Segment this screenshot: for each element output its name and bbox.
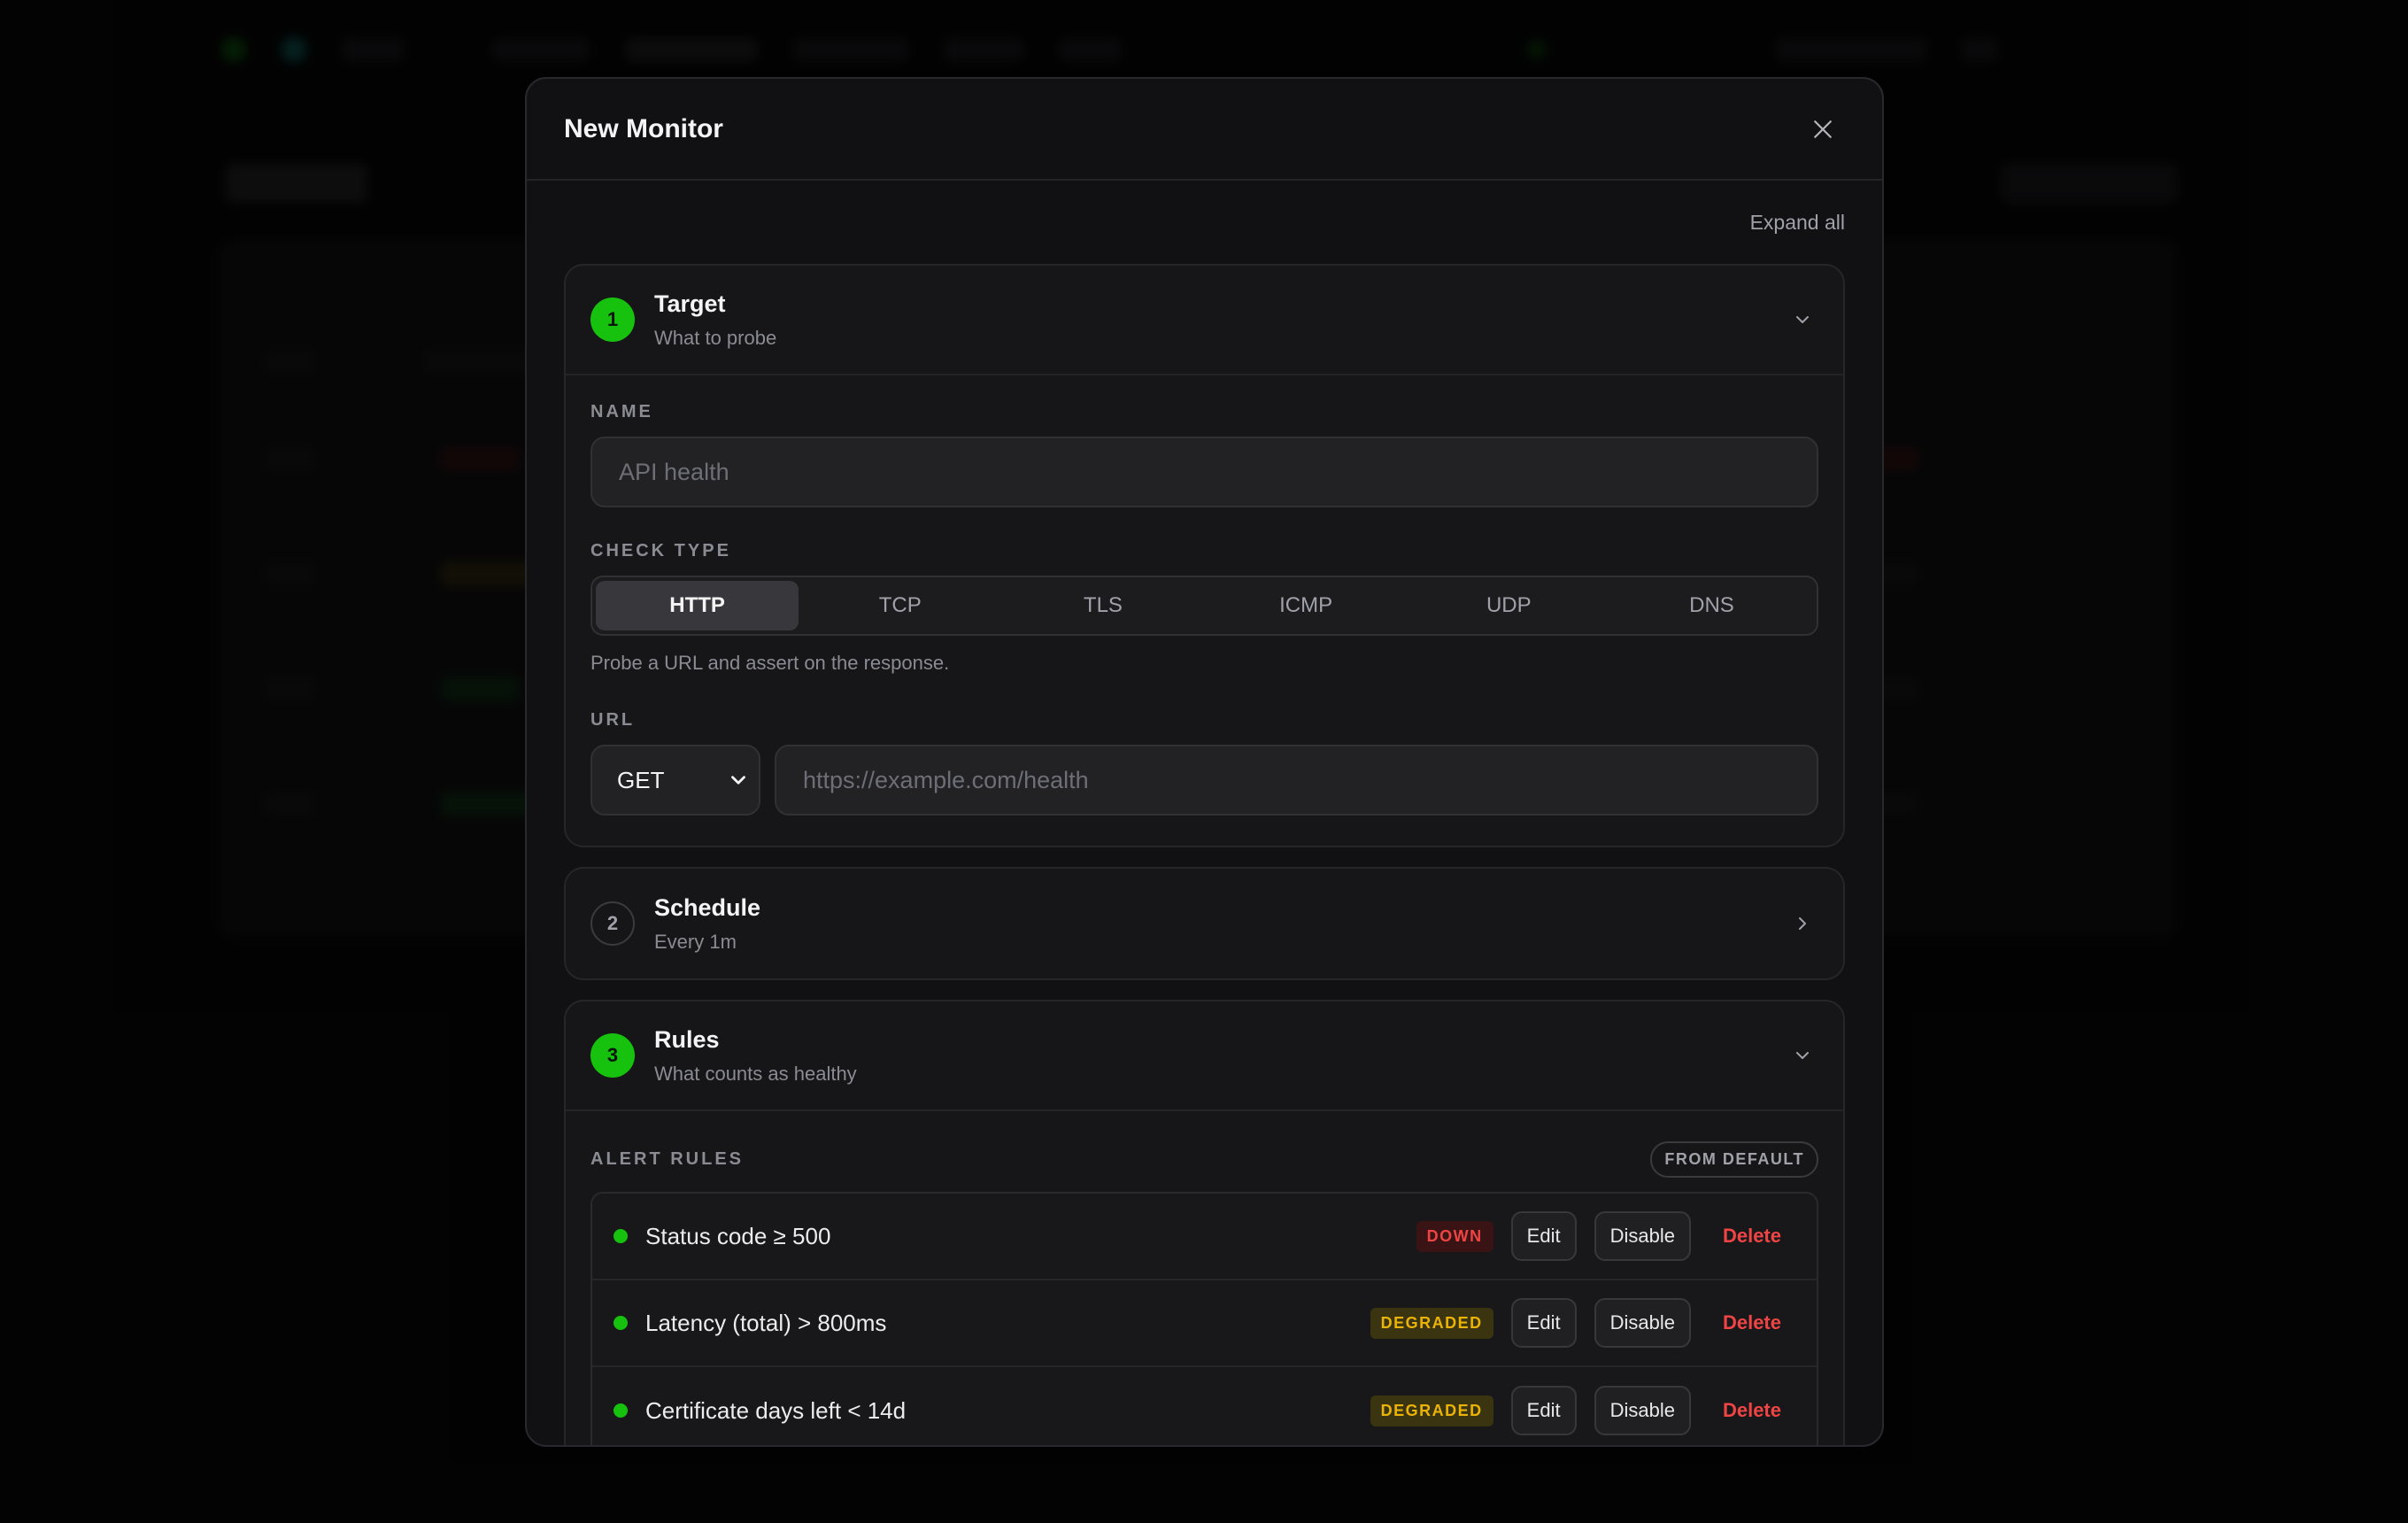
step-badge-3: 3 bbox=[590, 1033, 635, 1078]
close-icon bbox=[1814, 120, 1832, 138]
url-input[interactable] bbox=[775, 745, 1818, 816]
chevron-down-icon bbox=[1787, 1040, 1818, 1071]
section-rules: 3 Rules What counts as healthy ALERT RUL… bbox=[564, 1000, 1845, 1445]
edit-rule-button[interactable]: Edit bbox=[1510, 1211, 1577, 1261]
check-type-http[interactable]: HTTP bbox=[596, 581, 799, 630]
severity-badge: DEGRADED bbox=[1370, 1395, 1493, 1426]
alert-rule-row: Latency (total) > 800ms DEGRADED Edit Di… bbox=[592, 1280, 1817, 1367]
section-rules-title: Rules bbox=[654, 1025, 720, 1053]
edit-rule-button[interactable]: Edit bbox=[1510, 1298, 1577, 1348]
check-type-udp[interactable]: UDP bbox=[1408, 581, 1610, 630]
chevron-right-icon bbox=[1787, 908, 1818, 939]
section-schedule-title: Schedule bbox=[654, 893, 761, 921]
check-type-selector: HTTP TCP TLS ICMP UDP DNS bbox=[590, 576, 1818, 636]
section-rules-content: ALERT RULES FROM DEFAULT Status code ≥ 5… bbox=[566, 1111, 1843, 1445]
alert-rules-list: Status code ≥ 500 DOWN Edit Disable Dele… bbox=[590, 1192, 1818, 1445]
alert-rule-row: Status code ≥ 500 DOWN Edit Disable Dele… bbox=[592, 1194, 1817, 1280]
check-type-tcp[interactable]: TCP bbox=[799, 581, 1001, 630]
section-rules-subtitle: What counts as healthy bbox=[654, 1062, 857, 1085]
name-input[interactable] bbox=[590, 437, 1818, 507]
delete-rule-button[interactable]: Delete bbox=[1723, 1225, 1781, 1248]
url-label: URL bbox=[590, 710, 636, 730]
check-type-hint: Probe a URL and assert on the response. bbox=[590, 652, 950, 674]
modal-title: New Monitor bbox=[564, 113, 723, 143]
rule-text: Status code ≥ 500 bbox=[645, 1222, 831, 1249]
alert-rule-row: Certificate days left < 14d DEGRADED Edi… bbox=[592, 1367, 1817, 1445]
new-monitor-modal: New Monitor Expand all 1 Target What to … bbox=[525, 77, 1884, 1447]
check-type-tls[interactable]: TLS bbox=[1001, 581, 1204, 630]
chevron-down-icon bbox=[1787, 304, 1818, 336]
from-default-badge: FROM DEFAULT bbox=[1650, 1141, 1818, 1178]
check-type-icmp[interactable]: ICMP bbox=[1205, 581, 1408, 630]
section-target-content: NAME CHECK TYPE HTTP TCP TLS ICMP UDP DN… bbox=[566, 375, 1843, 846]
rule-status-dot bbox=[614, 1403, 628, 1418]
delete-rule-button[interactable]: Delete bbox=[1723, 1399, 1781, 1422]
step-badge-1: 1 bbox=[590, 298, 635, 342]
step-badge-2: 2 bbox=[590, 901, 635, 946]
alert-rules-label: ALERT RULES bbox=[590, 1149, 744, 1169]
disable-rule-button[interactable]: Disable bbox=[1594, 1386, 1691, 1435]
section-schedule-subtitle: Every 1m bbox=[654, 930, 737, 953]
disable-rule-button[interactable]: Disable bbox=[1594, 1211, 1691, 1261]
expand-all-button[interactable]: Expand all bbox=[1750, 211, 1845, 235]
section-target: 1 Target What to probe NAME CHECK TYPE H… bbox=[564, 264, 1845, 847]
delete-rule-button[interactable]: Delete bbox=[1723, 1311, 1781, 1334]
check-type-label: CHECK TYPE bbox=[590, 541, 731, 560]
rule-text: Certificate days left < 14d bbox=[645, 1396, 907, 1424]
check-type-dns[interactable]: DNS bbox=[1610, 581, 1813, 630]
severity-badge: DEGRADED bbox=[1370, 1307, 1493, 1339]
rule-text: Latency (total) > 800ms bbox=[645, 1309, 887, 1336]
rule-status-dot bbox=[614, 1316, 628, 1330]
edit-rule-button[interactable]: Edit bbox=[1510, 1386, 1577, 1435]
section-target-subtitle: What to probe bbox=[654, 326, 777, 349]
severity-badge: DOWN bbox=[1416, 1220, 1493, 1252]
close-button[interactable] bbox=[1801, 107, 1845, 151]
modal-body: Expand all 1 Target What to probe NAME C… bbox=[527, 181, 1882, 1445]
section-target-title: Target bbox=[654, 290, 726, 317]
chevron-down-icon bbox=[731, 776, 745, 785]
http-method-value: GET bbox=[617, 766, 665, 793]
rule-status-dot bbox=[614, 1229, 628, 1243]
section-rules-header[interactable]: 3 Rules What counts as healthy bbox=[566, 1001, 1843, 1111]
modal-header: New Monitor bbox=[527, 79, 1882, 181]
disable-rule-button[interactable]: Disable bbox=[1594, 1298, 1691, 1348]
name-label: NAME bbox=[590, 402, 653, 421]
section-schedule: 2 Schedule Every 1m bbox=[564, 867, 1845, 980]
section-target-header[interactable]: 1 Target What to probe bbox=[566, 266, 1843, 375]
http-method-select[interactable]: GET bbox=[590, 745, 760, 816]
section-schedule-header[interactable]: 2 Schedule Every 1m bbox=[566, 869, 1843, 978]
